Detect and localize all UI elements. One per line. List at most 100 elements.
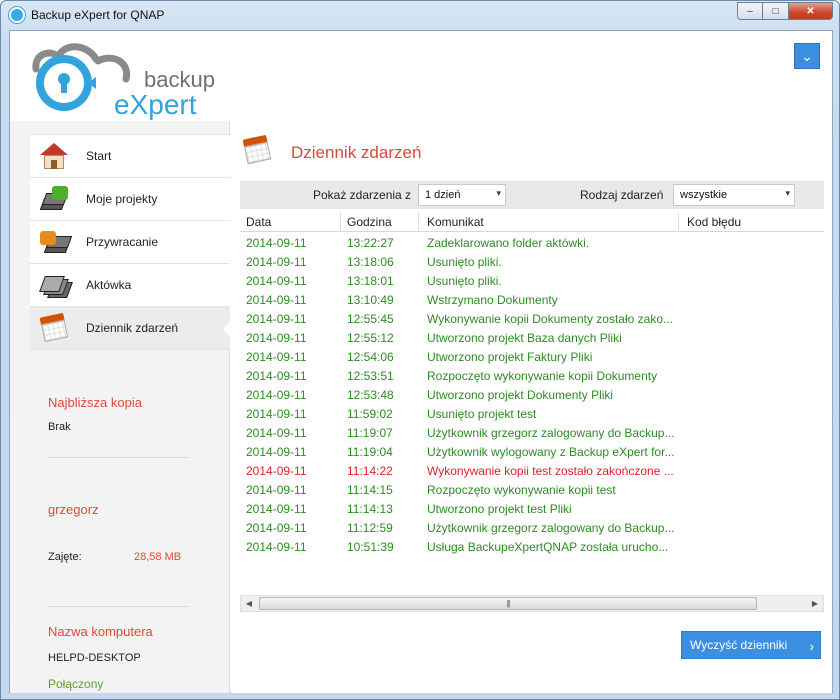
table-row[interactable]: 2014-09-11 13:10:49 Wstrzymano Dokumenty: [240, 291, 824, 310]
calendar-icon: [38, 312, 72, 343]
cell-message: Utworzono projekt Baza danych Pliki: [427, 331, 622, 345]
backup-expert-logo: backup eXpert: [26, 39, 216, 120]
divider: [48, 457, 190, 458]
computer-name: HELPD-DESKTOP: [48, 652, 141, 664]
sidebar-item-label: Aktówka: [86, 278, 132, 292]
table-row[interactable]: 2014-09-11 12:53:48 Utworzono projekt Doku…: [240, 386, 824, 405]
column-divider[interactable]: [678, 212, 679, 232]
cell-message: Użytkownik wylogowany z Backup eXpert fo…: [427, 445, 675, 459]
projects-icon: [38, 184, 72, 214]
cell-message: Usługa BackupeXpertQNAP została urucho..…: [427, 540, 669, 554]
cell-time: 12:53:51: [347, 369, 394, 383]
sidebar-item-label: Przywracanie: [86, 235, 159, 249]
cell-date: 2014-09-11: [246, 407, 307, 421]
cell-date: 2014-09-11: [246, 464, 307, 478]
sidebar: Start Moje projekty Przywracanie Aktówka…: [10, 121, 231, 693]
table-row[interactable]: 2014-09-11 10:51:39 Usługa BackupeXpertQNA…: [240, 538, 824, 557]
cell-time: 13:18:01: [347, 274, 394, 288]
period-select-value: 1 dzień: [425, 189, 461, 201]
cell-message: Rozpoczęto wykonywanie kopii Dokumenty: [427, 369, 658, 383]
event-type-select[interactable]: wszystkie ▾: [673, 184, 795, 206]
cell-date: 2014-09-11: [246, 445, 307, 459]
cell-time: 12:55:45: [347, 312, 394, 326]
close-button[interactable]: ✕: [789, 2, 833, 20]
event-list: 2014-09-11 13:22:27 Zadeklarowano folder a…: [240, 234, 824, 557]
cell-time: 12:55:12: [347, 331, 394, 345]
cell-time: 10:51:39: [347, 540, 394, 554]
event-type-select-value: wszystkie: [680, 189, 728, 201]
next-backup-value: Brak: [48, 421, 71, 433]
cell-message: Usunięto pliki.: [427, 255, 502, 269]
computer-name-title: Nazwa komputera: [48, 624, 153, 639]
connection-status: Połączony: [48, 677, 104, 691]
table-row[interactable]: 2014-09-11 12:54:06 Utworzono projekt Fakt…: [240, 348, 824, 367]
table-row[interactable]: 2014-09-11 11:19:07 Użytkownik grzegorz za…: [240, 424, 824, 443]
table-row[interactable]: 2014-09-11 13:22:27 Zadeklarowano folder a…: [240, 234, 824, 253]
divider: [48, 606, 190, 607]
scrollbar-thumb[interactable]: |||: [259, 597, 757, 610]
cell-date: 2014-09-11: [246, 274, 307, 288]
main-panel: Dziennik zdarzeń Pokaż zdarzenia z 1 dzi…: [231, 121, 832, 693]
column-divider[interactable]: [340, 212, 341, 232]
table-row[interactable]: 2014-09-11 11:14:13 Utworzono projekt test…: [240, 500, 824, 519]
chevron-right-icon: ›: [809, 638, 814, 654]
cell-date: 2014-09-11: [246, 521, 307, 535]
filter-bar: Pokaż zdarzenia z 1 dzień ▾ Rodzaj zdarz…: [240, 181, 824, 209]
dropdown-arrow-icon: ▾: [785, 188, 790, 198]
sidebar-item-projects[interactable]: Moje projekty: [30, 178, 230, 221]
column-time[interactable]: Godzina: [347, 215, 392, 232]
app-window: Backup eXpert for QNAP – □ ✕ backup eXpe…: [0, 0, 840, 700]
column-message[interactable]: Komunikat: [427, 215, 484, 232]
event-type-label: Rodzaj zdarzeń: [580, 188, 664, 202]
cell-time: 13:10:49: [347, 293, 394, 307]
cell-message: Wykonywanie kopii Dokumenty zostało zako…: [427, 312, 673, 326]
show-events-label: Pokaż zdarzenia z: [313, 188, 412, 202]
sidebar-item-label: Dziennik zdarzeń: [86, 321, 179, 335]
cell-time: 13:22:27: [347, 236, 394, 250]
period-select[interactable]: 1 dzień ▾: [418, 184, 506, 206]
cell-message: Usunięto pliki.: [427, 274, 502, 288]
table-row[interactable]: 2014-09-11 11:19:04 Użytkownik wylogowany …: [240, 443, 824, 462]
title-bar[interactable]: Backup eXpert for QNAP – □ ✕: [1, 1, 839, 29]
cell-time: 11:19:04: [347, 445, 393, 459]
table-row[interactable]: 2014-09-11 13:18:06 Usunięto pliki.: [240, 253, 824, 272]
table-row[interactable]: 2014-09-11 11:12:59 Użytkownik grzegorz za…: [240, 519, 824, 538]
next-backup-title: Najbliższa kopia: [48, 395, 142, 410]
table-row[interactable]: 2014-09-11 13:18:01 Usunięto pliki.: [240, 272, 824, 291]
column-error-code[interactable]: Kod błędu: [687, 215, 741, 232]
user-name: grzegorz: [48, 502, 99, 517]
cell-time: 11:14:13: [347, 502, 393, 516]
table-row[interactable]: 2014-09-11 12:55:45 Wykonywanie kopii Doku…: [240, 310, 824, 329]
cell-time: 11:14:15: [347, 483, 393, 497]
sidebar-item-start[interactable]: Start: [30, 135, 230, 178]
minimize-button[interactable]: –: [737, 2, 763, 20]
table-row[interactable]: 2014-09-11 11:59:02 Usunięto projekt test: [240, 405, 824, 424]
cell-date: 2014-09-11: [246, 236, 307, 250]
cell-time: 11:19:07: [347, 426, 393, 440]
column-divider[interactable]: [418, 212, 419, 232]
table-row[interactable]: 2014-09-11 12:55:12 Utworzono projekt Baza…: [240, 329, 824, 348]
cell-date: 2014-09-11: [246, 483, 307, 497]
table-row[interactable]: 2014-09-11 12:53:51 Rozpoczęto wykonywanie…: [240, 367, 824, 386]
clear-logs-label: Wyczyść dzienniki: [690, 638, 788, 652]
maximize-button[interactable]: □: [763, 2, 789, 20]
cell-date: 2014-09-11: [246, 293, 307, 307]
sidebar-item-restore[interactable]: Przywracanie: [30, 221, 230, 264]
cell-message: Usunięto projekt test: [427, 407, 537, 421]
table-row[interactable]: 2014-09-11 11:14:15 Rozpoczęto wykonywanie…: [240, 481, 824, 500]
cell-message: Utworzono projekt Faktury Pliki: [427, 350, 593, 364]
column-date[interactable]: Data: [246, 215, 271, 232]
cell-time: 12:53:48: [347, 388, 394, 402]
briefcase-icon: [38, 270, 73, 300]
sidebar-item-briefcase[interactable]: Aktówka: [30, 264, 230, 307]
scroll-left-icon[interactable]: ◀: [241, 596, 257, 611]
home-icon: [38, 141, 72, 171]
sidebar-item-event-log[interactable]: Dziennik zdarzeń: [30, 307, 231, 350]
cell-message: Wykonywanie kopii test zostało zakończon…: [427, 464, 674, 478]
menu-dropdown-button[interactable]: ⌄: [794, 43, 820, 69]
table-row[interactable]: 2014-09-11 11:14:22 Wykonywanie kopii test…: [240, 462, 824, 481]
clear-logs-button[interactable]: Wyczyść dzienniki ›: [681, 631, 821, 659]
cell-date: 2014-09-11: [246, 255, 307, 269]
horizontal-scrollbar[interactable]: ◀ ||| ▶: [240, 595, 824, 612]
scroll-right-icon[interactable]: ▶: [807, 596, 823, 611]
